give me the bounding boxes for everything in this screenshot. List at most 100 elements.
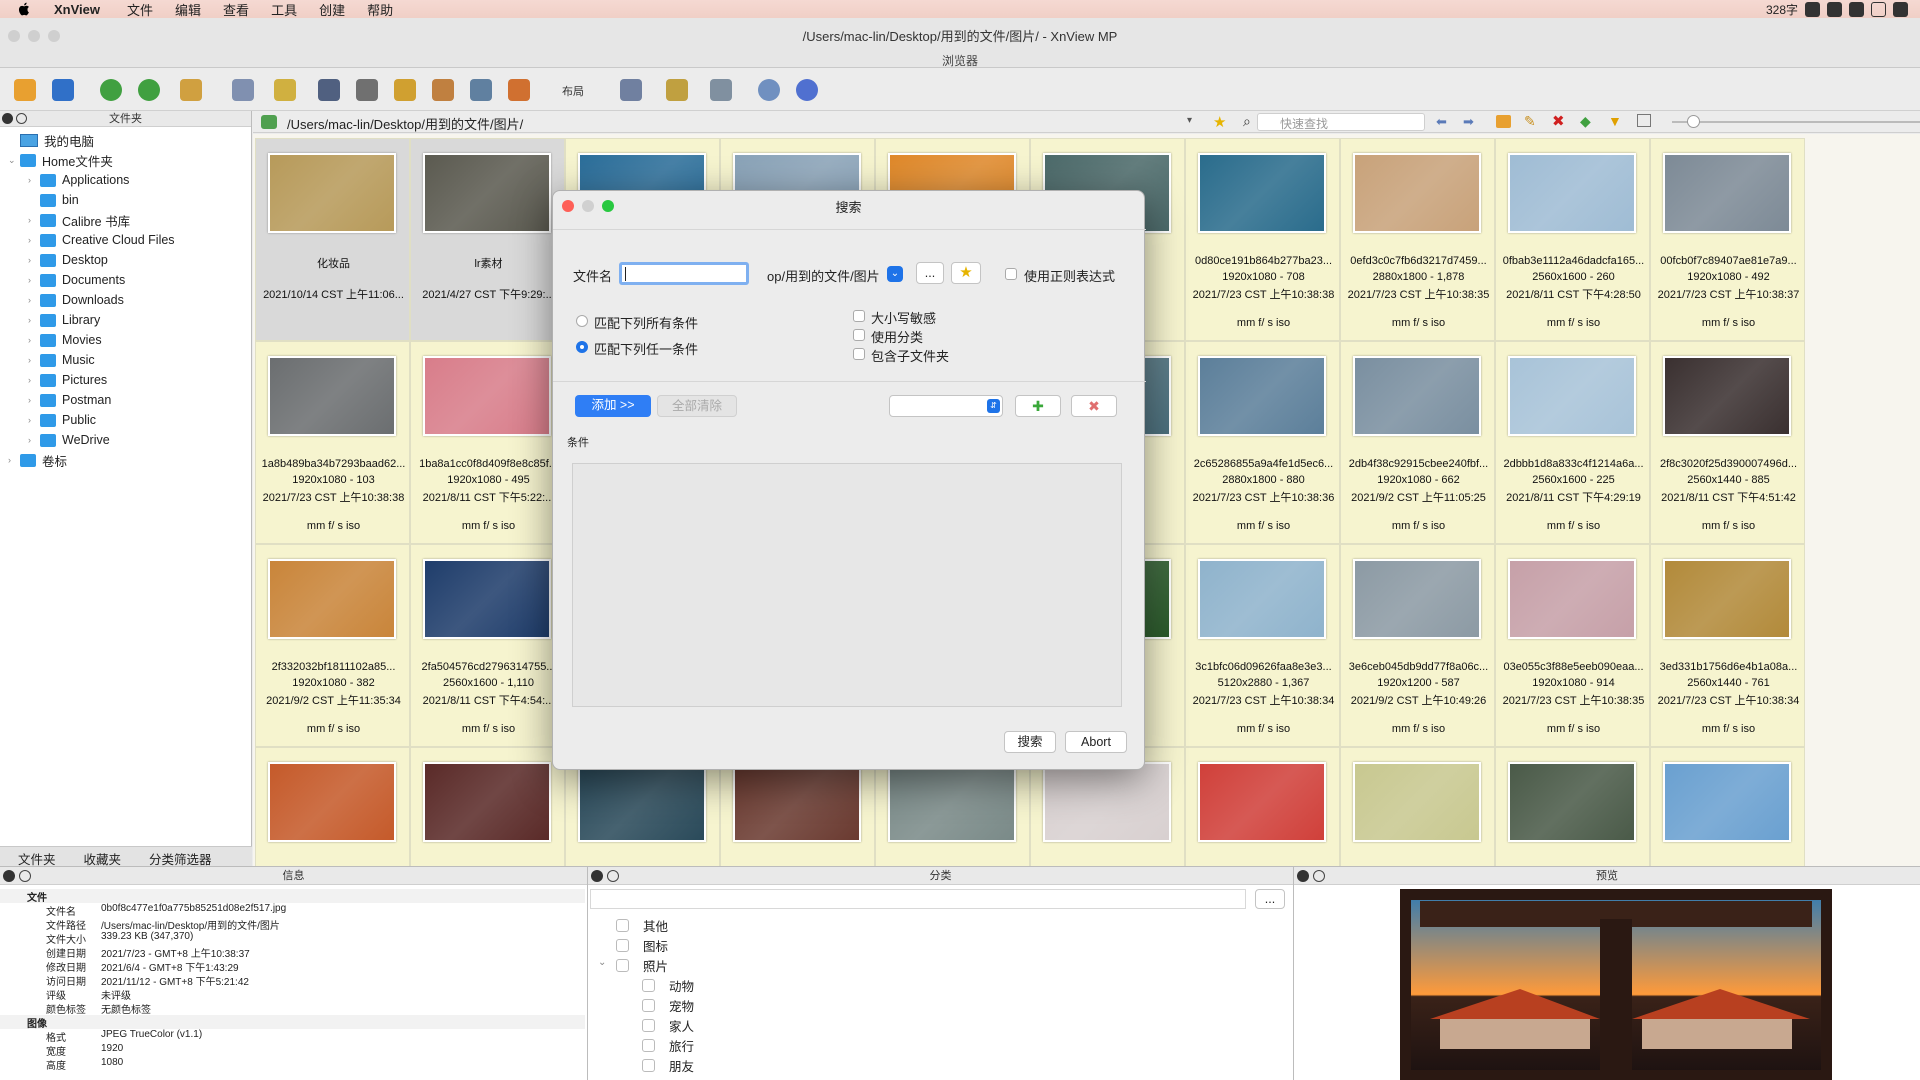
thumbnail-image[interactable] — [1198, 559, 1326, 639]
rename-icon[interactable] — [666, 79, 688, 101]
menu-help[interactable]: 帮助 — [367, 0, 393, 19]
thumbnail-cell[interactable]: 3ed331b1756d6e4b1a08a... 2560x1440 - 761 2… — [1650, 544, 1805, 747]
regex-checkbox[interactable] — [1005, 268, 1017, 280]
thumbnail-image[interactable] — [888, 762, 1016, 842]
tree-item[interactable]: › Applications — [28, 170, 129, 190]
category-checkbox[interactable] — [642, 978, 655, 992]
settings-gear-icon[interactable] — [758, 79, 780, 101]
export-icon[interactable] — [274, 79, 296, 101]
tree-item[interactable]: › Downloads — [28, 290, 124, 310]
menu-app-name[interactable]: XnView — [54, 2, 100, 17]
thumbnail-cell[interactable]: 2db4f38c92915cbee240fbf... 1920x1080 - 66… — [1340, 341, 1495, 544]
abort-button[interactable]: Abort — [1065, 731, 1127, 753]
tab-folders[interactable]: 文件夹 — [0, 847, 66, 867]
batch-icon[interactable] — [394, 79, 416, 101]
path-dropdown-icon[interactable]: ▾ — [1187, 115, 1192, 126]
thumbnail-cell[interactable]: 3e6ceb045db9dd77f8a06c... 1920x1200 - 587… — [1340, 544, 1495, 747]
airplane-icon[interactable] — [1871, 1, 1886, 17]
go-icon[interactable] — [261, 115, 277, 129]
thumbnail-cell[interactable] — [410, 747, 565, 866]
include-subfolders-checkbox[interactable] — [853, 348, 865, 360]
chevron-icon[interactable]: › — [28, 335, 40, 345]
category-item[interactable]: 宠物 — [642, 995, 694, 1015]
category-checkbox[interactable] — [642, 998, 655, 1012]
tree-item[interactable]: › Public — [28, 410, 96, 430]
remove-row-icon[interactable]: ✖ — [1071, 395, 1117, 417]
view-mode-icon[interactable] — [1637, 114, 1651, 127]
layout-menu[interactable]: 布局 — [562, 83, 584, 99]
print-icon[interactable] — [356, 79, 378, 101]
tree-item[interactable]: › Movies — [28, 330, 102, 350]
tree-item[interactable]: › Desktop — [28, 250, 108, 270]
thumbnail-cell[interactable]: 2dbbb1d8a833c4f1214a6a... 2560x1600 - 225… — [1495, 341, 1650, 544]
thumbnail-image[interactable] — [578, 762, 706, 842]
info-section-header[interactable]: 图像 — [0, 1015, 585, 1030]
thumbnail-cell[interactable]: 1ba8a1cc0f8d409f8e8c85f... 1920x1080 - 49… — [410, 341, 565, 544]
browse-path-button[interactable]: ... — [916, 262, 944, 284]
zoom-slider-handle[interactable] — [1687, 115, 1700, 128]
tree-item[interactable]: › Pictures — [28, 370, 107, 390]
use-category-checkbox[interactable] — [853, 329, 865, 341]
category-checkbox[interactable] — [642, 1018, 655, 1032]
chevron-icon[interactable]: › — [28, 395, 40, 405]
close-panel-icon[interactable] — [1297, 870, 1309, 882]
sync-icon[interactable] — [138, 79, 160, 101]
favorite-star-icon[interactable]: ★ — [951, 262, 981, 284]
thumbnail-image[interactable] — [1353, 762, 1481, 842]
chevron-icon[interactable]: › — [28, 375, 40, 385]
tree-item[interactable]: › Music — [28, 350, 95, 370]
category-item[interactable]: 动物 — [642, 975, 694, 995]
new-folder-icon[interactable] — [1496, 115, 1511, 128]
match-any-radio[interactable] — [576, 341, 588, 353]
back-arrow-icon[interactable]: ⬅ — [1436, 114, 1447, 130]
search-path-field[interactable]: op/用到的文件/图片 — [767, 266, 880, 285]
chevron-down-icon[interactable]: ⌄ — [598, 957, 606, 968]
thumbnail-image[interactable] — [1663, 559, 1791, 639]
refresh-icon[interactable] — [100, 79, 122, 101]
float-panel-icon[interactable] — [1313, 870, 1325, 882]
thumbnail-image[interactable] — [1198, 153, 1326, 233]
thumbnail-cell[interactable] — [1650, 747, 1805, 866]
forward-arrow-icon[interactable]: ➡ — [1463, 114, 1474, 130]
menu-tools[interactable]: 工具 — [271, 0, 297, 19]
tag-icon[interactable]: ◆ — [1580, 113, 1591, 130]
thumbnail-image[interactable] — [268, 762, 396, 842]
menu-create[interactable]: 创建 — [319, 0, 345, 19]
thumbnail-cell[interactable]: 2f332032bf1811102a85... 1920x1080 - 382 20… — [255, 544, 410, 747]
tree-item[interactable]: › Postman — [28, 390, 111, 410]
open-folder-icon[interactable] — [14, 79, 36, 101]
thumbnail-image[interactable] — [1353, 559, 1481, 639]
conditions-list[interactable] — [572, 463, 1122, 707]
web-page-icon[interactable] — [508, 79, 530, 101]
chevron-icon[interactable]: › — [28, 315, 40, 325]
category-checkbox[interactable] — [616, 918, 629, 932]
close-panel-icon[interactable] — [3, 870, 15, 882]
tree-item[interactable]: › Library — [28, 310, 100, 330]
tree-item[interactable]: › Documents — [28, 270, 125, 290]
category-item[interactable]: 图标 — [616, 935, 668, 955]
thumbnail-image[interactable] — [268, 559, 396, 639]
filename-input[interactable] — [619, 262, 749, 285]
thumbnail-image[interactable] — [268, 356, 396, 436]
tree-icon[interactable] — [710, 79, 732, 101]
float-panel-icon[interactable] — [16, 113, 27, 124]
browser-tab[interactable]: 浏览器 — [0, 52, 1920, 69]
add-row-icon[interactable]: ✚ — [1015, 395, 1061, 417]
thumbnail-cell[interactable]: 2c65286855a9a4fe1d5ec6... 2880x1800 - 880… — [1185, 341, 1340, 544]
match-all-radio[interactable] — [576, 315, 588, 327]
category-item[interactable]: 其他 — [616, 915, 668, 935]
tab-category-filter[interactable]: 分类筛选器 — [131, 847, 222, 867]
tree-item[interactable]: › Creative Cloud Files — [28, 230, 175, 250]
thumbnail-image[interactable] — [268, 153, 396, 233]
thumbnail-cell[interactable] — [255, 747, 410, 866]
chevron-icon[interactable]: › — [28, 435, 40, 445]
thumbnail-cell[interactable]: lr素材 2021/4/27 CST 下午9:29:... — [410, 138, 565, 341]
thumbnail-cell[interactable]: 03e055c3f88e5eeb090eaa... 1920x1080 - 914… — [1495, 544, 1650, 747]
thumbnail-image[interactable] — [423, 356, 551, 436]
grid-icon[interactable] — [1849, 1, 1864, 17]
move-folder-icon[interactable] — [180, 79, 202, 101]
category-checkbox[interactable] — [642, 1038, 655, 1052]
chevron-icon[interactable]: › — [28, 275, 40, 285]
chevron-icon[interactable]: › — [28, 415, 40, 425]
thumbnail-cell[interactable]: 1a8b489ba34b7293baad62... 1920x1080 - 103… — [255, 341, 410, 544]
